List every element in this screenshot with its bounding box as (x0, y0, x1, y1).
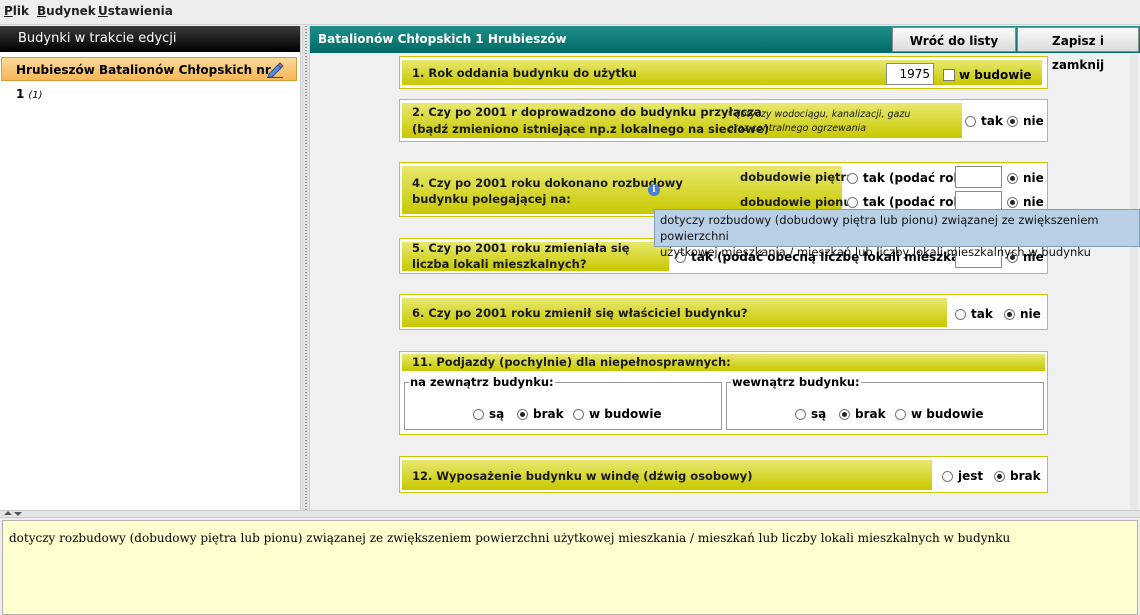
q6-no-radio[interactable]: nie (1004, 307, 1041, 321)
question-1-label: 1. Rok oddania budynku do użytku (412, 66, 637, 80)
question-11-label: 11. Podjazdy (pochylnie) dla niepełnospr… (412, 355, 731, 369)
description-panel: dotyczy rozbudowy (dobudowy piętra lub p… (2, 520, 1138, 615)
question-2-hint2: oraz centralnego ogrzewania (728, 123, 867, 134)
question-11-section: 11. Podjazdy (pochylnie) dla niepełnospr… (399, 351, 1048, 435)
menu-settings[interactable]: Ustawienia (98, 4, 173, 18)
building-list-item[interactable]: Hrubieszów Batalionów Chłopskich nr 1 (1) (1, 57, 297, 101)
year-field[interactable]: 1975 (886, 63, 934, 85)
building-form-panel: Batalionów Chłopskich 1 Hrubieszów Wróć … (310, 26, 1140, 510)
question-2-line1: 2. Czy po 2001 r doprowadzono do budynku… (412, 105, 762, 119)
horizontal-splitter[interactable] (0, 510, 1140, 518)
expand-up-icon[interactable] (4, 511, 12, 515)
inside-none-radio[interactable]: brak (839, 407, 886, 421)
question-12-label: 12. Wyposażenie budynku w windę (dźwig o… (412, 469, 753, 483)
pencil-icon[interactable] (266, 62, 284, 78)
building-list-item-label: Hrubieszów Batalionów Chłopskich nr 1 (16, 63, 271, 101)
q2-no-radio[interactable]: nie (1007, 114, 1044, 128)
outside-ramps-group: na zewnątrz budynku: są brak w budowie (404, 375, 722, 430)
menu-building[interactable]: Budynek (37, 4, 96, 18)
building-list-item-count: (1) (28, 90, 43, 101)
checkbox-icon (943, 69, 955, 81)
form-scrollbar[interactable] (1130, 54, 1138, 510)
q4-riser-yes-radio[interactable]: tak (podać rok) (847, 195, 967, 209)
info-tooltip: dotyczy rozbudowy (dobudowy piętra lub p… (654, 209, 1140, 259)
question-4-line1: 4. Czy po 2001 roku dokonano rozbudowy (412, 176, 683, 190)
left-panel-title: Budynki w trakcie edycji (0, 26, 300, 52)
question-2-line2: (bądź zmieniono istniejące np.z lokalneg… (412, 122, 769, 136)
inside-ramps-title: wewnątrz budynku: (731, 375, 861, 389)
q12-no-radio[interactable]: brak (994, 469, 1041, 483)
tooltip-line2: użytkowej mieszkania / mieszkań lub licz… (660, 245, 1091, 259)
menu-bar: Plik Budynek Ustawienia (0, 0, 1140, 25)
question-2-hint1: - dotyczy wodociągu, kanalizacji, gazu (728, 109, 911, 120)
q4-floor-no-radio[interactable]: nie (1007, 171, 1044, 185)
q6-yes-radio[interactable]: tak (955, 307, 993, 321)
inside-yes-radio[interactable]: są (795, 407, 826, 421)
question-5-line1: 5. Czy po 2001 roku zmieniała się (412, 241, 630, 255)
q4-floor-year-field[interactable] (955, 166, 1002, 188)
inside-under-construction-radio[interactable]: w budowie (895, 407, 984, 421)
question-12-section: 12. Wyposażenie budynku w windę (dźwig o… (399, 456, 1048, 493)
vertical-splitter[interactable] (302, 26, 310, 510)
q4-riser-no-radio[interactable]: nie (1007, 195, 1044, 209)
question-6-section: 6. Czy po 2001 roku zmienił się właścici… (399, 294, 1048, 330)
info-icon[interactable]: i (648, 184, 660, 196)
question-1-section: 1. Rok oddania budynku do użytku 1975 w … (399, 56, 1048, 89)
outside-none-radio[interactable]: brak (517, 407, 564, 421)
buildings-in-edit-panel: Budynki w trakcie edycji Hrubieszów Bata… (0, 26, 301, 510)
collapse-down-icon[interactable] (14, 512, 22, 516)
menu-file[interactable]: Plik (4, 4, 29, 18)
outside-ramps-title: na zewnątrz budynku: (409, 375, 555, 389)
q4-floor-label: dobudowie piętra (740, 170, 854, 184)
q4-floor-yes-radio[interactable]: tak (podać rok) (847, 171, 967, 185)
under-construction-checkbox[interactable]: w budowie (943, 68, 1032, 82)
question-4-line2: budynku polegającej na: (412, 192, 571, 206)
q12-yes-radio[interactable]: jest (942, 469, 983, 483)
question-6-label: 6. Czy po 2001 roku zmienił się właścici… (412, 306, 748, 320)
outside-yes-radio[interactable]: są (473, 407, 504, 421)
inside-ramps-group: wewnątrz budynku: są brak w budowie (726, 375, 1044, 430)
tooltip-line1: dotyczy rozbudowy (dobudowy piętra lub p… (660, 213, 1099, 243)
question-5-line2: liczba lokali mieszkalnych? (412, 257, 587, 271)
q2-yes-radio[interactable]: tak (965, 114, 1003, 128)
back-to-list-button[interactable]: Wróć do listy (892, 27, 1016, 52)
outside-under-construction-radio[interactable]: w budowie (573, 407, 662, 421)
question-2-section: 2. Czy po 2001 r doprowadzono do budynku… (399, 99, 1048, 142)
save-and-close-button[interactable]: Zapisz i zamknij (1017, 27, 1139, 72)
